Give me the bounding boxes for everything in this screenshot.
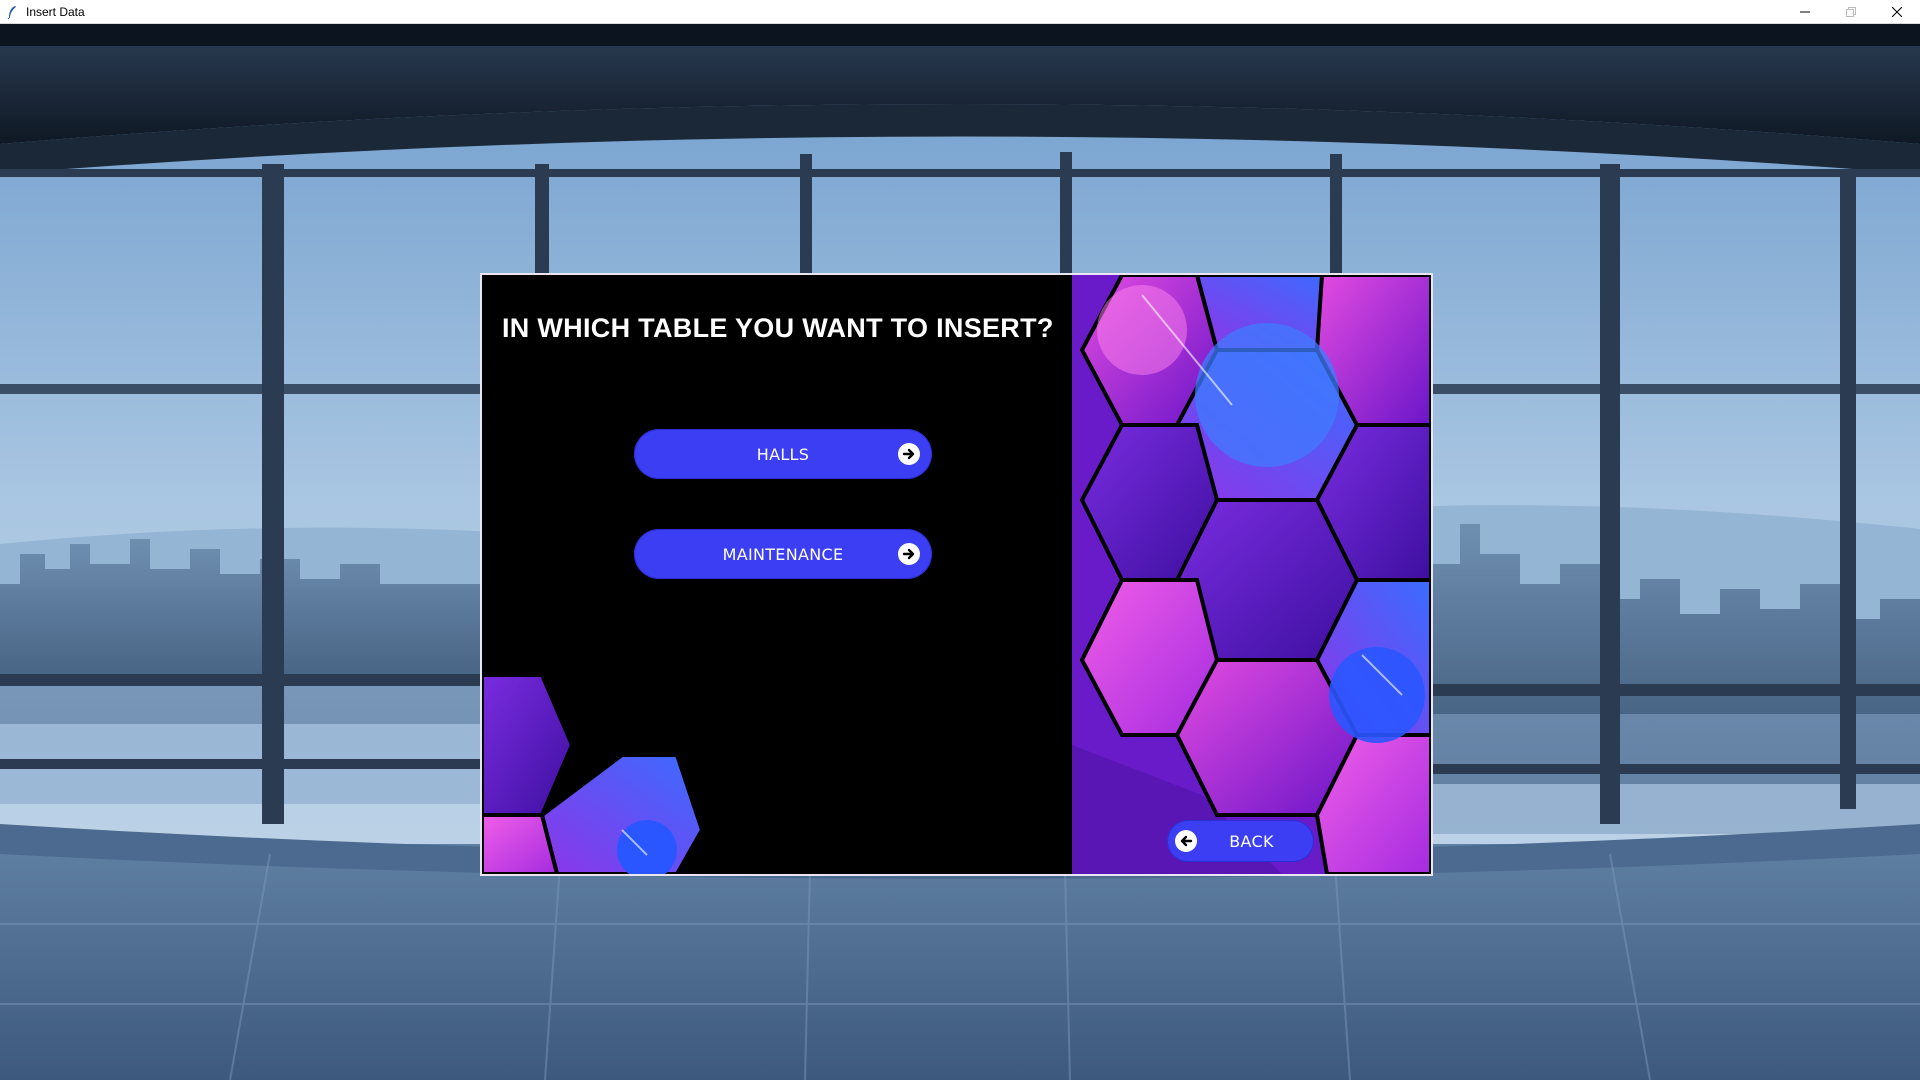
- hexagon-decoration: [482, 275, 1431, 874]
- minimize-button[interactable]: [1782, 0, 1828, 23]
- maximize-button[interactable]: [1828, 0, 1874, 23]
- insert-dialog-panel: IN WHICH TABLE YOU WANT TO INSERT? HALLS…: [480, 273, 1433, 876]
- close-button[interactable]: [1874, 0, 1920, 23]
- feather-icon: [4, 4, 20, 20]
- halls-button-label: HALLS: [756, 444, 810, 464]
- arrow-right-circle-icon: [898, 443, 920, 465]
- maximize-icon: [1846, 6, 1856, 17]
- window-title: Insert Data: [26, 4, 85, 19]
- arrow-right-circle-icon: [898, 543, 920, 565]
- close-icon: [1892, 6, 1902, 17]
- dialog-heading: IN WHICH TABLE YOU WANT TO INSERT?: [502, 313, 1054, 343]
- maintenance-button-label: MAINTENANCE: [722, 544, 844, 564]
- minimize-icon: [1800, 11, 1810, 12]
- maintenance-button[interactable]: MAINTENANCE: [634, 529, 932, 579]
- halls-button[interactable]: HALLS: [634, 429, 932, 479]
- back-button-label: BACK: [1229, 831, 1274, 851]
- arrow-left-circle-icon: [1175, 830, 1197, 852]
- window-title-bar: Insert Data: [0, 0, 1920, 24]
- back-button[interactable]: BACK: [1167, 820, 1314, 862]
